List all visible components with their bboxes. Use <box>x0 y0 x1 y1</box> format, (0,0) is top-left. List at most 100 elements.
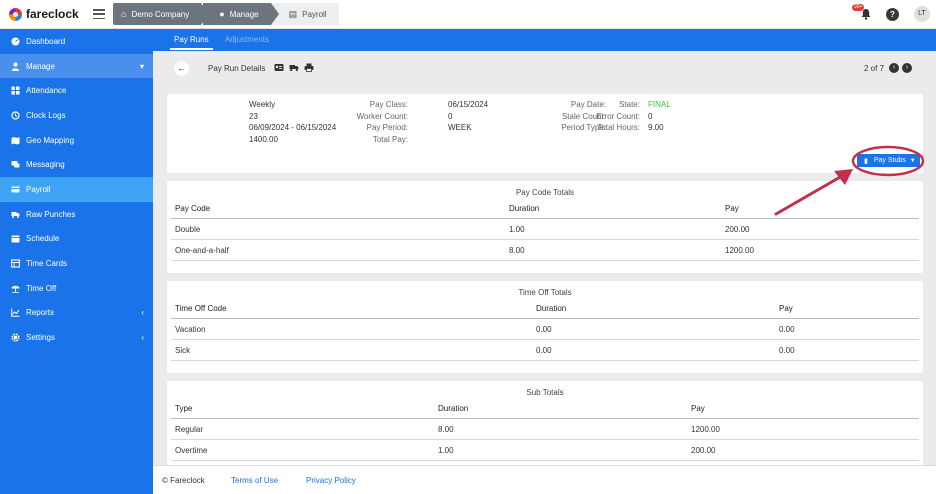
fareclock-logo[interactable]: fareclock <box>9 7 79 21</box>
notification-badge: 99+ <box>852 4 865 11</box>
previous-page-icon[interactable]: ‹ <box>889 63 900 73</box>
pager-text: 2 of 7 <box>864 63 885 73</box>
table-cell: Double <box>175 225 201 234</box>
logo-icon <box>9 7 22 21</box>
table-cell: 1.00 <box>438 446 454 455</box>
table-row: One-and-a-half 8.00 1200.00 <box>171 240 919 261</box>
home-icon: ⌂ <box>121 9 127 19</box>
chevron-left-icon: ‹ <box>141 308 144 318</box>
map-icon <box>10 135 20 145</box>
table-cell: 0.00 <box>536 346 552 355</box>
sidebar-item-settings[interactable]: Settings ‹ <box>0 325 153 350</box>
next-page-icon[interactable]: › <box>902 63 913 73</box>
pay-run-summary-card: Pay Class: Weekly Worker Count: 23 Pay P… <box>167 94 923 173</box>
sidebar-item-messaging[interactable]: Messaging <box>0 152 153 177</box>
table-header-row: Time Off Code Duration Pay <box>171 298 919 319</box>
table-cell: 200.00 <box>725 225 750 234</box>
table-cell: 1200.00 <box>725 246 754 255</box>
column-header: Pay <box>779 304 793 313</box>
column-header: Pay Code <box>175 204 211 213</box>
user-icon: ● <box>219 9 225 19</box>
pay-stubs-label: Pay Stubs <box>873 157 906 164</box>
worker-count-label: Worker Count: <box>356 112 408 121</box>
sidebar-item-time-off[interactable]: Time Off <box>0 276 153 301</box>
tab-adjustments[interactable]: Adjustments <box>225 35 269 44</box>
time-off-totals-table: Time Off Code Duration Pay Vacation 0.00… <box>171 298 919 361</box>
sidebar-item-schedule[interactable]: Schedule <box>0 227 153 252</box>
sidebar-item-payroll[interactable]: Payroll <box>0 177 153 202</box>
column-header: Pay <box>725 204 739 213</box>
sidebar-item-label: Raw Punches <box>26 209 76 219</box>
truck-icon[interactable] <box>289 63 299 72</box>
breadcrumb-payroll[interactable]: ▤ Payroll <box>272 3 339 25</box>
notification-bell-icon[interactable]: 99+ <box>852 4 872 20</box>
sidebar-item-label: Messaging <box>26 160 65 170</box>
back-arrow-icon[interactable]: ← <box>174 61 189 76</box>
sidebar-item-attendance[interactable]: Attendance <box>0 78 153 103</box>
sidebar: Dashboard Manage ▾ Attendance Clock Logs … <box>0 29 153 494</box>
breadcrumb-manage[interactable]: ● Manage <box>203 3 280 25</box>
table-cell: Vacation <box>175 325 206 334</box>
id-card-icon[interactable] <box>274 63 284 72</box>
truck-icon <box>10 209 20 219</box>
sidebar-item-reports[interactable]: Reports ‹ <box>0 301 153 326</box>
sidebar-item-label: Schedule <box>26 234 60 244</box>
pay-code-totals-title: Pay Code Totals <box>515 188 575 197</box>
pay-code-totals-table: Pay Code Duration Pay Double 1.00 200.00… <box>171 198 919 261</box>
print-icon[interactable] <box>304 63 314 72</box>
pay-period-label: Pay Period: <box>366 123 408 132</box>
table-row: Vacation 0.00 0.00 <box>171 319 919 340</box>
sidebar-item-label: Settings <box>26 333 55 343</box>
sidebar-item-raw-punches[interactable]: Raw Punches <box>0 202 153 227</box>
sidebar-item-label: Geo Mapping <box>26 135 75 145</box>
sidebar-item-geo-mapping[interactable]: Geo Mapping <box>0 128 153 153</box>
pay-period-value: 06/09/2024 - 06/15/2024 <box>249 123 337 132</box>
table-row: Overtime 1.00 200.00 <box>171 440 919 461</box>
help-icon[interactable]: ? <box>886 8 899 21</box>
payroll-icon: ▤ <box>288 8 298 19</box>
logo-text: fareclock <box>26 7 79 21</box>
column-header: Pay <box>691 404 705 413</box>
period-type-value: WEEK <box>448 123 472 132</box>
pay-stubs-button[interactable]: ▮ Pay Stubs ▼ <box>857 154 920 167</box>
terms-of-use-link[interactable]: Terms of Use <box>231 476 278 485</box>
breadcrumb-manage-label: Manage <box>229 9 259 19</box>
breadcrumb-company[interactable]: ⌂ Demo Company <box>113 3 210 25</box>
tab-pay-runs[interactable]: Pay Runs <box>170 35 213 50</box>
table-cell: 200.00 <box>691 446 716 455</box>
sub-totals-card: Sub Totals Type Duration Pay Regular 8.0… <box>167 381 923 465</box>
avatar[interactable]: LT <box>914 6 930 22</box>
column-header: Time Off Code <box>175 304 227 313</box>
pay-code-totals-card: Pay Code Totals Pay Code Duration Pay Do… <box>167 181 923 273</box>
payroll-icon <box>10 184 20 194</box>
table-header-row: Pay Code Duration Pay <box>171 198 919 219</box>
column-header: Duration <box>536 304 567 313</box>
document-icon: ▮ <box>864 157 868 165</box>
pay-date-label: Pay Date: <box>570 100 606 109</box>
table-cell: 0.00 <box>779 325 795 334</box>
table-row: Sick 0.00 0.00 <box>171 340 919 361</box>
copyright-text: © Fareclock <box>162 476 205 485</box>
sidebar-item-dashboard[interactable]: Dashboard <box>0 29 153 54</box>
sidebar-item-label: Manage <box>26 61 55 71</box>
calendar-icon <box>10 234 20 244</box>
table-cell: Sick <box>175 346 191 355</box>
footer: © Fareclock Terms of Use Privacy Policy <box>153 465 936 494</box>
menu-toggle-icon[interactable] <box>93 9 105 19</box>
privacy-policy-link[interactable]: Privacy Policy <box>306 476 356 485</box>
column-header: Duration <box>509 204 540 213</box>
caret-down-icon: ▼ <box>909 157 916 164</box>
pay-class-value: Weekly <box>249 100 276 109</box>
breadcrumb-company-label: Demo Company <box>131 9 190 19</box>
chevron-left-icon: ‹ <box>141 333 144 343</box>
sidebar-item-time-cards[interactable]: Time Cards <box>0 251 153 276</box>
sidebar-item-manage[interactable]: Manage ▾ <box>0 53 153 79</box>
caret-down-icon: ▾ <box>139 61 144 71</box>
dashboard-icon <box>10 36 20 46</box>
table-cell: 0.00 <box>536 325 552 334</box>
error-count-label: Error Count: <box>596 112 640 121</box>
sidebar-item-clock-logs[interactable]: Clock Logs <box>0 103 153 128</box>
state-label: State: <box>619 100 640 109</box>
pager: 2 of 7 ‹ › <box>864 63 913 73</box>
table-row: Double 1.00 200.00 <box>171 219 919 240</box>
